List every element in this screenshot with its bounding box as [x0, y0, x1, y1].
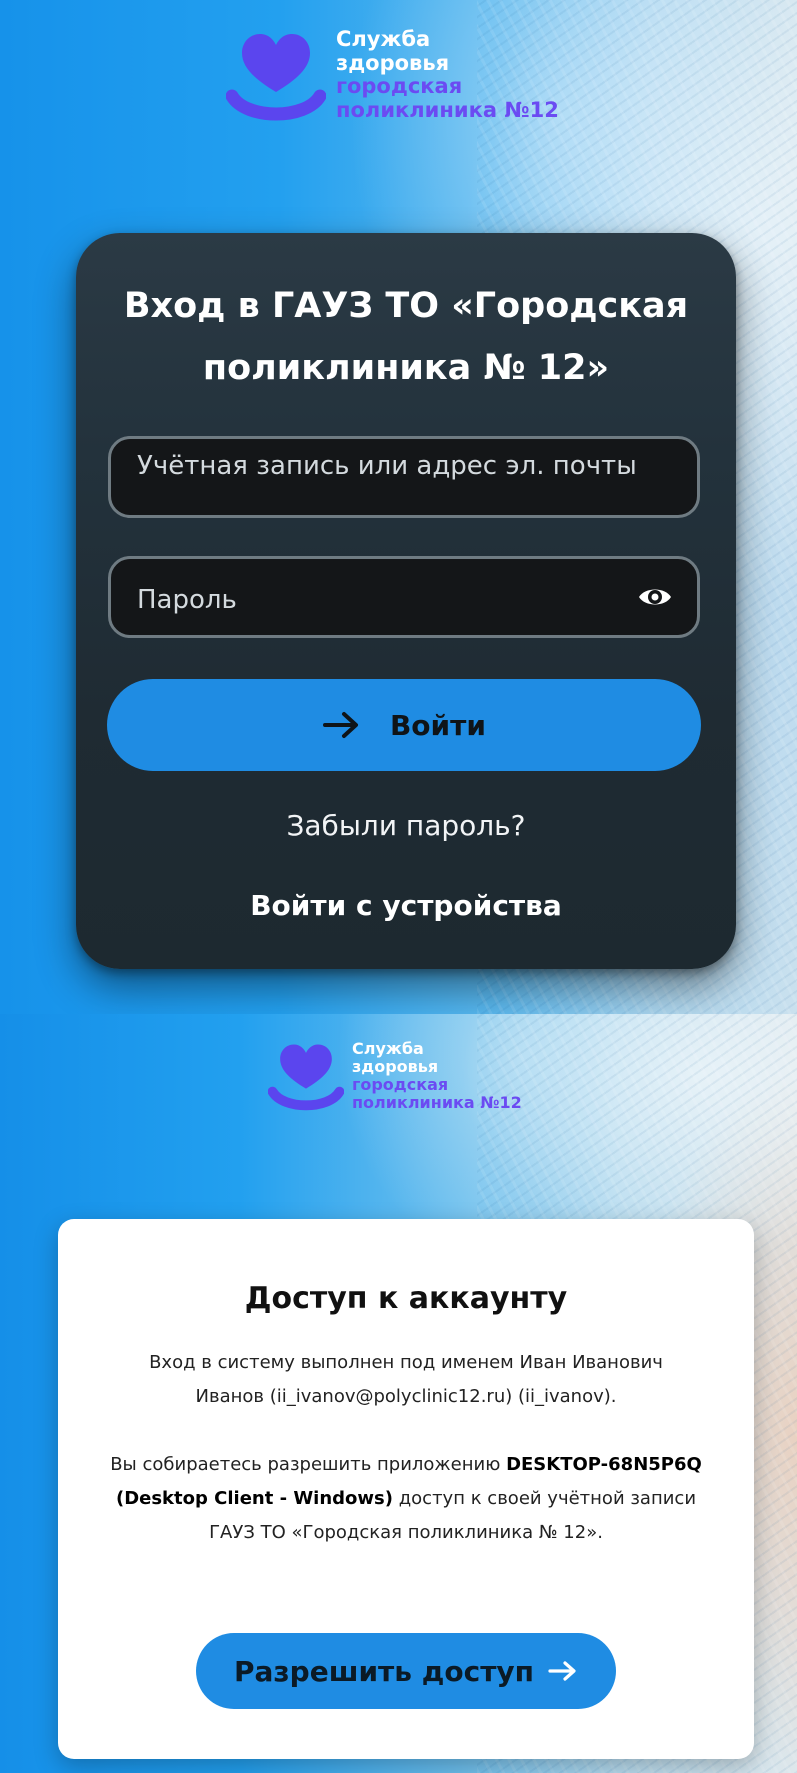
login-card: Вход в ГАУЗ ТО «Городская поликлиника № …: [76, 233, 736, 969]
login-title: Вход в ГАУЗ ТО «Городская поликлиника № …: [76, 275, 736, 399]
forgot-password-link[interactable]: Забыли пароль?: [76, 809, 736, 842]
app-name: DESKTOP-68N5P6Q: [506, 1454, 702, 1475]
signed-in-as-line-2: Иванов (ii_ivanov@polyclinic12.ru) (ii_i…: [195, 1386, 617, 1407]
consent-title: Доступ к аккаунту: [244, 1281, 568, 1316]
allow-access-button[interactable]: Разрешить доступ: [196, 1633, 616, 1709]
brand-line-4: поликлиника №12: [352, 1092, 522, 1112]
brand-line-1: Служба: [352, 1039, 424, 1058]
username-placeholder: Учётная запись или адрес эл. почты: [137, 451, 637, 481]
username-input[interactable]: Учётная запись или адрес эл. почты: [108, 436, 700, 518]
device-login-link[interactable]: Войти с устройства: [76, 889, 736, 922]
password-input[interactable]: Пароль: [108, 556, 700, 638]
arrow-right-icon: [322, 711, 362, 739]
app-client: (Desktop Client - Windows): [115, 1488, 393, 1509]
heart-smile-logo-icon: [267, 1040, 345, 1116]
brand-line-1: Служба: [336, 27, 431, 51]
login-title-line-1: Вход в ГАУЗ ТО «Городская: [123, 286, 689, 326]
signed-in-as-text: Вход в систему выполнен под именем Иван …: [78, 1346, 734, 1414]
eye-icon[interactable]: [637, 584, 673, 610]
brand-logo: Служба здоровья городская поликлиника №1…: [267, 1040, 522, 1116]
consent-description-line-3: ГАУЗ ТО «Городская поликлиника № 12».: [209, 1522, 603, 1543]
allow-access-button-label: Разрешить доступ: [233, 1654, 535, 1688]
brand-name: Служба здоровья городская поликлиника №1…: [336, 27, 559, 122]
screenshot: Служба здоровья городская поликлиника №1…: [0, 0, 797, 1773]
brand-name: Служба здоровья городская поликлиника №1…: [352, 1040, 522, 1112]
login-button-label: Войти: [389, 708, 487, 742]
arrow-right-icon: [548, 1660, 578, 1682]
login-button[interactable]: Войти: [107, 679, 701, 771]
consent-description-part-1: Вы собираетесь разрешить приложению: [110, 1454, 507, 1475]
brand-line-3: городская: [336, 74, 463, 99]
brand-line-4: поликлиника №12: [336, 97, 559, 122]
signed-in-as-line-1: Вход в систему выполнен под именем Иван …: [149, 1352, 663, 1373]
heart-smile-logo-icon: [225, 28, 327, 128]
brand-line-2: здоровья: [352, 1056, 439, 1076]
consent-description-part-2: доступ к своей учётной записи: [393, 1488, 697, 1509]
brand-line-3: городская: [352, 1074, 449, 1094]
login-title-line-2: поликлиника № 12»: [202, 348, 610, 388]
brand-line-2: здоровья: [336, 50, 450, 75]
password-placeholder: Пароль: [137, 585, 237, 615]
brand-logo: Служба здоровья городская поликлиника №1…: [225, 27, 559, 128]
login-screen: Служба здоровья городская поликлиника №1…: [0, 0, 797, 1014]
consent-description: Вы собираетесь разрешить приложению DESK…: [78, 1448, 734, 1550]
consent-card: Доступ к аккаунту Вход в систему выполне…: [58, 1219, 754, 1759]
